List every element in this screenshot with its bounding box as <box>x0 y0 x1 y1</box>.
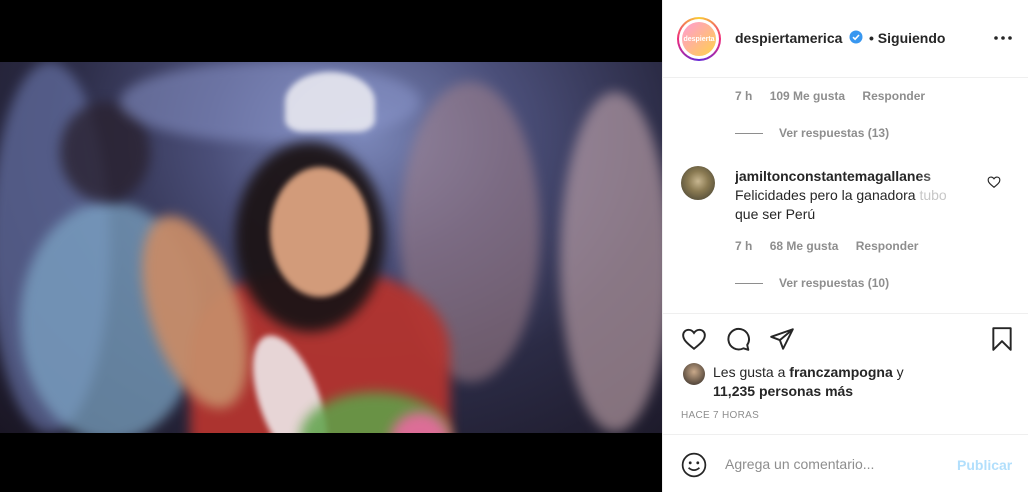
likes-summary: Les gusta a franczampogna y 11,235 perso… <box>713 363 904 401</box>
stage-light <box>120 62 420 142</box>
post-photo[interactable] <box>0 62 662 433</box>
crown <box>285 72 375 132</box>
divider <box>663 434 1028 435</box>
comment-meta: 7 h 109 Me gusta Responder <box>735 89 939 103</box>
divider <box>663 313 1028 314</box>
view-replies-button[interactable]: Ver respuestas (10) <box>735 276 889 290</box>
emoji-icon[interactable] <box>681 452 707 478</box>
account-logo: despierta <box>682 22 716 56</box>
comment-text: Felicidades pero la ganadora tubo que se… <box>735 186 965 224</box>
comment-time[interactable]: 7 h <box>735 239 752 253</box>
like-heart-icon[interactable] <box>681 326 707 352</box>
divider <box>735 132 763 134</box>
likes-prefix: Les gusta a <box>713 364 790 380</box>
reply-button[interactable]: Responder <box>862 89 925 103</box>
post-timestamp[interactable]: HACE 7 HORAS <box>681 410 759 421</box>
comment-likes[interactable]: 109 Me gusta <box>770 89 845 103</box>
reply-button[interactable]: Responder <box>856 239 919 253</box>
comment-likes[interactable]: 68 Me gusta <box>770 239 839 253</box>
post-modal: despierta despiertamerica • Siguiendo 7 … <box>0 0 1028 492</box>
likes-count[interactable]: 11,235 personas más <box>713 383 853 399</box>
background-figure-far-right <box>560 92 662 432</box>
face <box>270 167 370 297</box>
post-header: despierta despiertamerica • Siguiendo <box>663 0 1028 78</box>
view-replies-button[interactable]: Ver respuestas (13) <box>735 126 889 140</box>
commenter-avatar[interactable] <box>681 166 715 200</box>
comment-text-line2: que ser Perú <box>735 206 816 222</box>
comment-input[interactable]: Agrega un comentario... <box>725 456 874 472</box>
verified-badge-icon <box>849 30 863 44</box>
post-sidebar: despierta despiertamerica • Siguiendo 7 … <box>662 0 1028 492</box>
likes-suffix: y <box>892 364 904 380</box>
post-media[interactable] <box>0 0 662 492</box>
more-options-icon[interactable] <box>993 29 1013 47</box>
following-button[interactable]: • Siguiendo <box>869 30 945 46</box>
divider <box>735 282 763 284</box>
comment-time[interactable]: 7 h <box>735 89 752 103</box>
save-bookmark-icon[interactable] <box>989 326 1015 352</box>
account-avatar[interactable]: despierta <box>677 17 721 61</box>
publish-button[interactable]: Publicar <box>957 457 1012 473</box>
view-replies-label: Ver respuestas (10) <box>779 276 890 290</box>
liker-username[interactable]: franczampogna <box>789 364 892 380</box>
share-paper-plane-icon[interactable] <box>769 326 795 352</box>
account-username[interactable]: despiertamerica <box>735 30 842 46</box>
comment-meta: 7 h 68 Me gusta Responder <box>735 239 932 253</box>
comment-text-faded: tubo <box>919 187 947 203</box>
like-comment-heart-icon[interactable] <box>987 175 1001 189</box>
commenter-username[interactable]: jamiltonconstantemagallanes <box>735 168 963 184</box>
view-replies-label: Ver respuestas (13) <box>779 126 890 140</box>
comment-text-main: Felicidades pero la ganadora <box>735 187 920 203</box>
comment-bubble-icon[interactable] <box>725 326 751 352</box>
liker-avatar[interactable] <box>683 363 705 385</box>
